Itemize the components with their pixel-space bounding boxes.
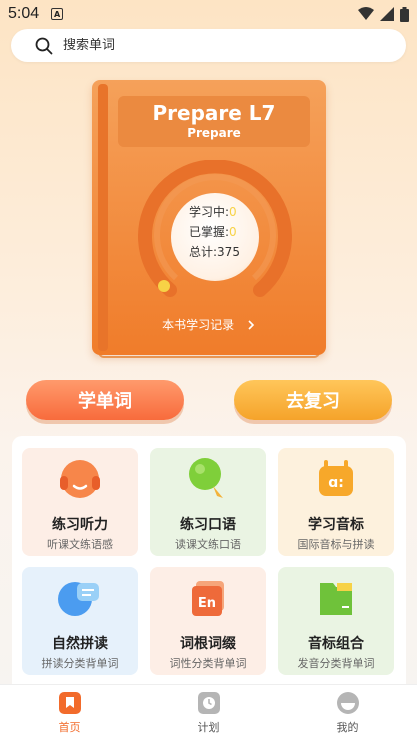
svg-text:En: En (198, 596, 216, 611)
feature-title: 练习听力 (52, 517, 108, 533)
feature-card-phonics[interactable]: 自然拼读 拼读分类背单词 (22, 567, 138, 675)
feature-subtitle: 听课文练语感 (47, 538, 113, 551)
feature-subtitle: 发音分类背单词 (297, 657, 375, 670)
chat-bubble-icon (58, 582, 99, 616)
feature-subtitle: 词性分类背单词 (169, 657, 247, 670)
tab-label: 计划 (197, 721, 220, 734)
feature-card-roots[interactable]: En 词根词缀 词性分类背单词 (150, 567, 266, 675)
feature-subtitle: 读课文练口语 (175, 538, 241, 551)
en-card-icon: En (192, 581, 224, 616)
notification-a-icon: A (51, 8, 64, 20)
feature-card-speaking[interactable]: 练习口语 读课文练口语 (150, 448, 266, 556)
stat-mastered: 已掌握:0 (189, 225, 237, 239)
progress-dot (158, 280, 170, 292)
status-time: 5:04 (8, 5, 40, 22)
feature-card-listening[interactable]: 练习听力 听课文练语感 (22, 448, 138, 556)
feature-title: 学习音标 (308, 517, 364, 533)
book-record-label: 本书学习记录 (162, 318, 235, 332)
search-bar[interactable] (11, 29, 406, 62)
book-stats: 学习中:0 已掌握:0 总计:375 (189, 202, 240, 262)
feature-title: 音标组合 (308, 636, 364, 652)
feature-subtitle: 国际音标与拼读 (297, 538, 375, 551)
book-card[interactable]: Prepare L7 Prepare 学习中:0 已掌握:0 总计:375 本书… (92, 80, 326, 363)
battery-icon (400, 6, 409, 22)
microphone-icon (189, 458, 223, 498)
tab-home[interactable]: 首页 (0, 685, 139, 741)
stat-learning: 学习中:0 (189, 205, 237, 219)
learn-words-button[interactable]: 学单词 (26, 380, 184, 420)
search-input[interactable] (63, 38, 363, 53)
profile-icon (336, 692, 359, 714)
headphones-icon (60, 460, 100, 498)
book-cover: Prepare L7 Prepare 学习中:0 已掌握:0 总计:375 本书… (92, 80, 326, 355)
feature-title: 练习口语 (180, 517, 236, 533)
book-record-link[interactable]: 本书学习记录 (92, 316, 326, 333)
stat-total: 总计:375 (189, 245, 240, 259)
book-subtitle: Prepare (187, 126, 241, 140)
status-bar: 5:04 A (0, 0, 417, 28)
review-button[interactable]: 去复习 (234, 380, 392, 420)
feature-title: 词根词缀 (180, 636, 236, 652)
feature-card-phonetics[interactable]: ɑ: 学习音标 国际音标与拼读 (278, 448, 394, 556)
feature-panel: 练习听力 听课文练语感 练习口语 读课文练口语 ɑ: 学习音标 国际音标与拼读 … (12, 436, 406, 686)
chevron-right-icon (248, 320, 255, 330)
wifi-icon (358, 7, 374, 20)
feature-card-combos[interactable]: 音标组合 发音分类背单词 (278, 567, 394, 675)
bookmark-icon (58, 692, 81, 714)
phonetic-icon: ɑ: (319, 460, 353, 496)
signal-icon (380, 7, 394, 21)
svg-text:ɑ:: ɑ: (328, 475, 344, 491)
tab-plan[interactable]: 计划 (139, 685, 278, 741)
search-icon (35, 37, 53, 54)
tab-profile[interactable]: 我的 (278, 685, 417, 741)
clock-icon (197, 692, 220, 714)
book-spine (98, 84, 108, 351)
tab-label: 首页 (58, 721, 81, 734)
feature-subtitle: 拼读分类背单词 (41, 657, 119, 670)
bottom-tab-bar: 首页 计划 我的 (0, 684, 417, 741)
folder-icon (320, 583, 352, 615)
tab-label: 我的 (336, 721, 359, 734)
book-title-plate: Prepare L7 Prepare (118, 96, 310, 147)
book-title: Prepare L7 (152, 101, 276, 125)
feature-title: 自然拼读 (52, 636, 108, 652)
